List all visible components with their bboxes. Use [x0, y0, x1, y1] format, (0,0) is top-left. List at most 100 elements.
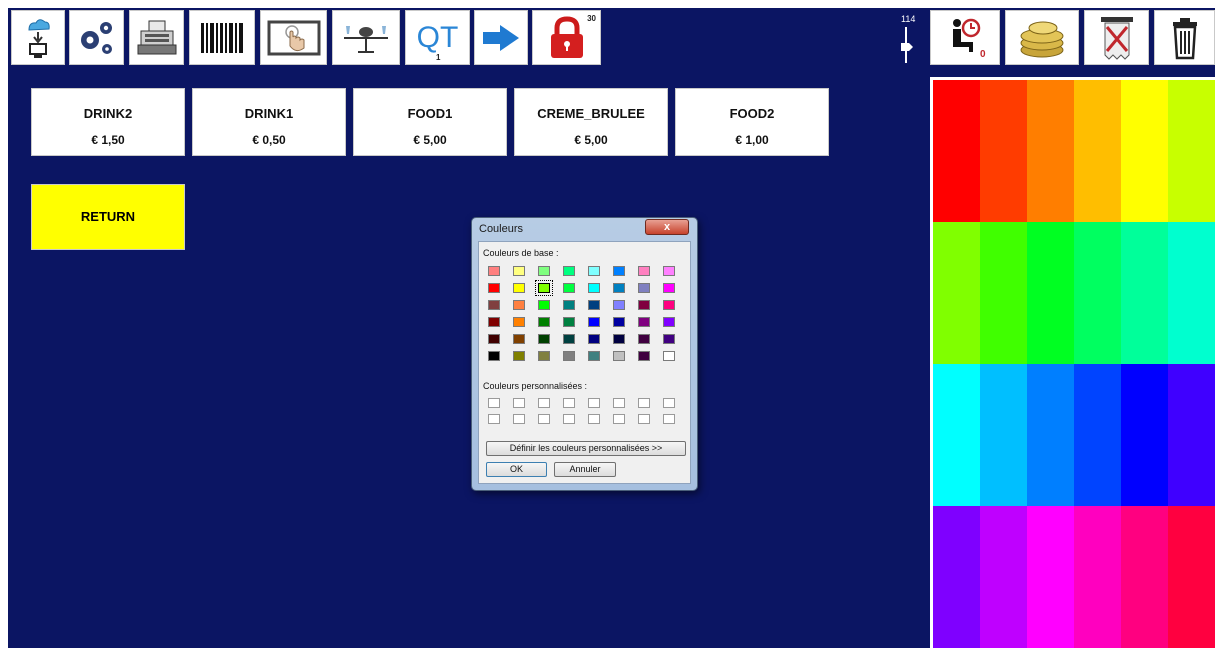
- basic-color-swatch[interactable]: [488, 351, 500, 361]
- palette-swatch[interactable]: [1168, 222, 1215, 364]
- basic-color-swatch[interactable]: [613, 266, 625, 276]
- palette-swatch[interactable]: [1168, 80, 1215, 222]
- custom-color-slot[interactable]: [613, 398, 625, 408]
- quantity-button[interactable]: QT 1: [405, 10, 470, 65]
- basic-color-swatch[interactable]: [588, 334, 600, 344]
- cloud-sync-button[interactable]: [11, 10, 65, 65]
- custom-color-slot[interactable]: [488, 398, 500, 408]
- palette-swatch[interactable]: [933, 364, 980, 506]
- custom-color-slot[interactable]: [588, 398, 600, 408]
- basic-color-swatch[interactable]: [663, 283, 675, 293]
- product-button[interactable]: FOOD2 € 1,00: [675, 88, 829, 156]
- define-custom-colors-button[interactable]: Définir les couleurs personnalisées >>: [486, 441, 686, 456]
- basic-color-swatch[interactable]: [588, 317, 600, 327]
- custom-color-slot[interactable]: [638, 398, 650, 408]
- basic-color-swatch[interactable]: [638, 283, 650, 293]
- palette-swatch[interactable]: [933, 506, 980, 648]
- palette-swatch[interactable]: [933, 80, 980, 222]
- basic-color-swatch[interactable]: [588, 300, 600, 310]
- palette-swatch[interactable]: [1027, 364, 1074, 506]
- basic-color-swatch[interactable]: [488, 283, 500, 293]
- basic-color-swatch[interactable]: [638, 317, 650, 327]
- tables-button[interactable]: [332, 10, 400, 65]
- basic-color-swatch[interactable]: [663, 266, 675, 276]
- cancel-button[interactable]: Annuler: [554, 462, 616, 477]
- basic-color-swatch[interactable]: [488, 300, 500, 310]
- product-button[interactable]: DRINK1 € 0,50: [192, 88, 346, 156]
- basic-color-swatch[interactable]: [663, 300, 675, 310]
- palette-swatch[interactable]: [980, 80, 1027, 222]
- payment-button[interactable]: [1005, 10, 1079, 65]
- basic-color-swatch[interactable]: [538, 351, 550, 361]
- basic-color-swatch[interactable]: [563, 334, 575, 344]
- basic-color-swatch[interactable]: [563, 351, 575, 361]
- custom-color-slot[interactable]: [663, 398, 675, 408]
- settings-button[interactable]: [69, 10, 124, 65]
- custom-color-slot[interactable]: [513, 414, 525, 424]
- barcode-button[interactable]: [189, 10, 255, 65]
- dialog-close-button[interactable]: x: [645, 219, 689, 235]
- palette-swatch[interactable]: [1074, 80, 1121, 222]
- basic-color-swatch[interactable]: [513, 351, 525, 361]
- basic-color-swatch[interactable]: [588, 351, 600, 361]
- palette-swatch[interactable]: [1074, 506, 1121, 648]
- basic-color-swatch[interactable]: [613, 283, 625, 293]
- basic-color-swatch[interactable]: [563, 283, 575, 293]
- custom-color-slot[interactable]: [588, 414, 600, 424]
- basic-color-swatch[interactable]: [588, 283, 600, 293]
- custom-color-slot[interactable]: [563, 414, 575, 424]
- basic-color-swatch[interactable]: [538, 334, 550, 344]
- touchscreen-button[interactable]: [260, 10, 327, 65]
- basic-color-swatch[interactable]: [638, 266, 650, 276]
- ok-button[interactable]: OK: [486, 462, 547, 477]
- basic-color-swatch[interactable]: [638, 351, 650, 361]
- palette-swatch[interactable]: [1027, 80, 1074, 222]
- basic-color-swatch[interactable]: [513, 317, 525, 327]
- palette-swatch[interactable]: [980, 222, 1027, 364]
- basic-color-swatch[interactable]: [638, 334, 650, 344]
- basic-color-swatch[interactable]: [513, 300, 525, 310]
- basic-color-swatch[interactable]: [663, 334, 675, 344]
- product-button[interactable]: DRINK2 € 1,50: [31, 88, 185, 156]
- palette-swatch[interactable]: [1168, 364, 1215, 506]
- basic-color-swatch[interactable]: [638, 300, 650, 310]
- basic-color-swatch[interactable]: [513, 334, 525, 344]
- product-button[interactable]: FOOD1 € 5,00: [353, 88, 507, 156]
- basic-color-swatch[interactable]: [538, 317, 550, 327]
- custom-color-slot[interactable]: [663, 414, 675, 424]
- basic-color-swatch[interactable]: [513, 283, 525, 293]
- basic-color-swatch[interactable]: [538, 266, 550, 276]
- custom-color-slot[interactable]: [638, 414, 650, 424]
- basic-color-swatch[interactable]: [613, 351, 625, 361]
- lock-button[interactable]: 30: [532, 10, 601, 65]
- custom-color-slot[interactable]: [538, 414, 550, 424]
- custom-color-slot[interactable]: [538, 398, 550, 408]
- palette-swatch[interactable]: [1027, 506, 1074, 648]
- palette-swatch[interactable]: [933, 222, 980, 364]
- basic-color-swatch[interactable]: [488, 266, 500, 276]
- basic-color-swatch[interactable]: [535, 280, 553, 296]
- slider-handle-icon[interactable]: [900, 25, 914, 65]
- custom-color-slot[interactable]: [563, 398, 575, 408]
- basic-color-swatch[interactable]: [663, 317, 675, 327]
- cash-register-button[interactable]: [129, 10, 184, 65]
- palette-swatch[interactable]: [1121, 506, 1168, 648]
- return-button[interactable]: RETURN: [31, 184, 185, 250]
- custom-color-slot[interactable]: [513, 398, 525, 408]
- basic-color-swatch[interactable]: [588, 266, 600, 276]
- palette-swatch[interactable]: [980, 506, 1027, 648]
- basic-color-swatch[interactable]: [663, 351, 675, 361]
- basic-color-swatch[interactable]: [613, 300, 625, 310]
- delete-button[interactable]: [1154, 10, 1215, 65]
- palette-swatch[interactable]: [1121, 222, 1168, 364]
- custom-color-slot[interactable]: [613, 414, 625, 424]
- basic-color-swatch[interactable]: [538, 300, 550, 310]
- basic-color-swatch[interactable]: [613, 317, 625, 327]
- palette-swatch[interactable]: [1074, 222, 1121, 364]
- palette-swatch[interactable]: [1168, 506, 1215, 648]
- basic-color-swatch[interactable]: [563, 300, 575, 310]
- custom-color-slot[interactable]: [488, 414, 500, 424]
- basic-color-swatch[interactable]: [563, 317, 575, 327]
- basic-color-swatch[interactable]: [488, 334, 500, 344]
- palette-swatch[interactable]: [1027, 222, 1074, 364]
